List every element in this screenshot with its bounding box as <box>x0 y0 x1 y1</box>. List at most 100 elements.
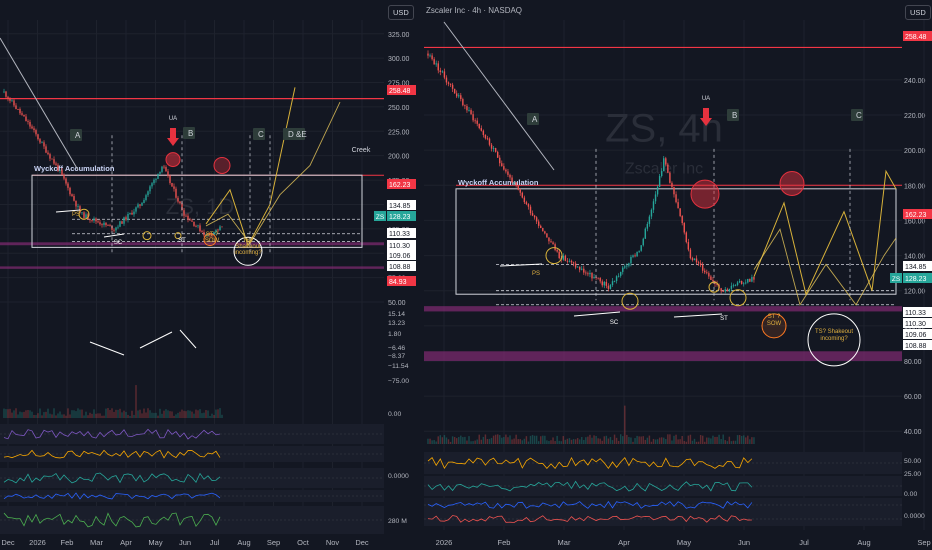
candle-body <box>123 217 125 224</box>
y-tick-label: 120.00 <box>904 289 926 296</box>
y-tick-label: 60.00 <box>904 394 922 401</box>
candle-body <box>169 175 171 183</box>
volume-bar <box>533 435 536 444</box>
ua-label: UA <box>702 96 710 102</box>
volume-bar <box>718 434 720 444</box>
candle-body <box>41 142 43 144</box>
volume-bar <box>439 435 442 444</box>
volume-bar <box>663 437 665 444</box>
price-label: 110.33 <box>905 310 926 317</box>
candle-body <box>656 186 659 195</box>
candle-body <box>570 260 573 263</box>
volume-bar <box>199 409 201 418</box>
x-tick-label: Aug <box>857 538 870 547</box>
candle-body <box>197 225 199 227</box>
candle-body <box>675 194 677 203</box>
candle-body <box>706 272 708 274</box>
ua-arrow-icon <box>167 128 179 146</box>
volume-bar <box>215 409 217 418</box>
volume-bar <box>650 441 653 444</box>
candle-body <box>517 185 519 190</box>
volume-bar <box>519 439 521 444</box>
volume-bar <box>464 436 466 444</box>
volume-bar <box>73 410 75 418</box>
y-tick-label: 160.00 <box>904 218 926 225</box>
x-tick-label: Apr <box>618 538 630 547</box>
candle-body <box>712 279 714 282</box>
volume-bar <box>597 438 599 444</box>
volume-bar <box>43 412 45 418</box>
volume-bar <box>494 434 497 444</box>
volume-bar <box>544 435 546 444</box>
candle-body <box>687 242 690 250</box>
volume-bar <box>488 438 491 444</box>
candle-body <box>77 206 79 208</box>
volume-bar <box>585 437 587 444</box>
volume-bar <box>53 408 55 418</box>
candle-body <box>145 195 147 201</box>
phase-label: D &E <box>288 130 307 139</box>
volume-bar <box>441 437 444 444</box>
candle-body <box>505 169 507 172</box>
candle-body <box>167 171 169 176</box>
candle-body <box>677 202 679 209</box>
candle-body <box>730 285 733 289</box>
price-label: 109.06 <box>905 332 927 339</box>
volume-bar <box>570 439 573 444</box>
volume-bar <box>675 434 677 444</box>
candle-body <box>583 268 585 273</box>
candle-body <box>691 258 694 261</box>
price-label: 84.93 <box>389 279 407 286</box>
candle-body <box>193 221 195 226</box>
candle-body <box>201 231 203 233</box>
candle-body <box>433 59 435 65</box>
volume-bar <box>677 439 679 444</box>
volume-bar <box>95 413 97 418</box>
candle-body <box>624 266 626 268</box>
candle-body <box>599 278 601 282</box>
volume-bar <box>747 435 749 444</box>
volume-bar <box>611 440 614 444</box>
candle-body <box>460 95 462 100</box>
volume-bar <box>11 412 13 418</box>
event-label: SC <box>610 320 619 326</box>
indicator-pane <box>424 512 902 526</box>
price-label: 128.23 <box>389 214 411 221</box>
volume-bar <box>634 438 636 444</box>
candle-body <box>644 228 647 239</box>
volume-bar <box>753 437 755 444</box>
volume-bar <box>550 440 552 444</box>
volume-bar <box>41 415 43 418</box>
price-label: 128.23 <box>905 276 927 283</box>
candle-body <box>17 108 19 110</box>
volume-bar <box>83 415 85 418</box>
volume-bar <box>728 436 731 444</box>
ua-label: UA <box>169 116 177 122</box>
volume-bar <box>589 434 591 444</box>
volume-bar <box>490 437 493 444</box>
candle-body <box>646 223 649 229</box>
candle-body <box>720 288 722 292</box>
volume-bar <box>535 435 538 444</box>
volume-bar <box>472 441 474 444</box>
volume-bar <box>201 413 203 418</box>
candle-body <box>472 114 474 121</box>
x-tick-label: Mar <box>558 538 571 547</box>
volume-bar <box>687 435 690 444</box>
volume-bar <box>529 435 532 444</box>
candle-body <box>429 55 431 57</box>
volume-bar <box>447 439 450 444</box>
volume-bar <box>61 414 63 418</box>
right-4h-chart[interactable]: 240.00 220.00 200.00 180.00 160.00 140.00 120.… <box>424 0 932 550</box>
candle-body <box>55 163 57 165</box>
left-daily-chart[interactable]: 325.00300.00275.00250.00225.00200.00175.… <box>0 0 416 550</box>
candle-body <box>609 284 612 289</box>
volume-bar <box>509 435 511 444</box>
candle-body <box>468 110 470 111</box>
y-tick-label: 200.00 <box>904 148 926 155</box>
volume-bar <box>145 412 147 418</box>
candle-body <box>53 159 55 164</box>
x-tick-label: Dec <box>355 538 369 547</box>
volume-bar <box>21 412 23 418</box>
volume-bar <box>658 437 661 444</box>
